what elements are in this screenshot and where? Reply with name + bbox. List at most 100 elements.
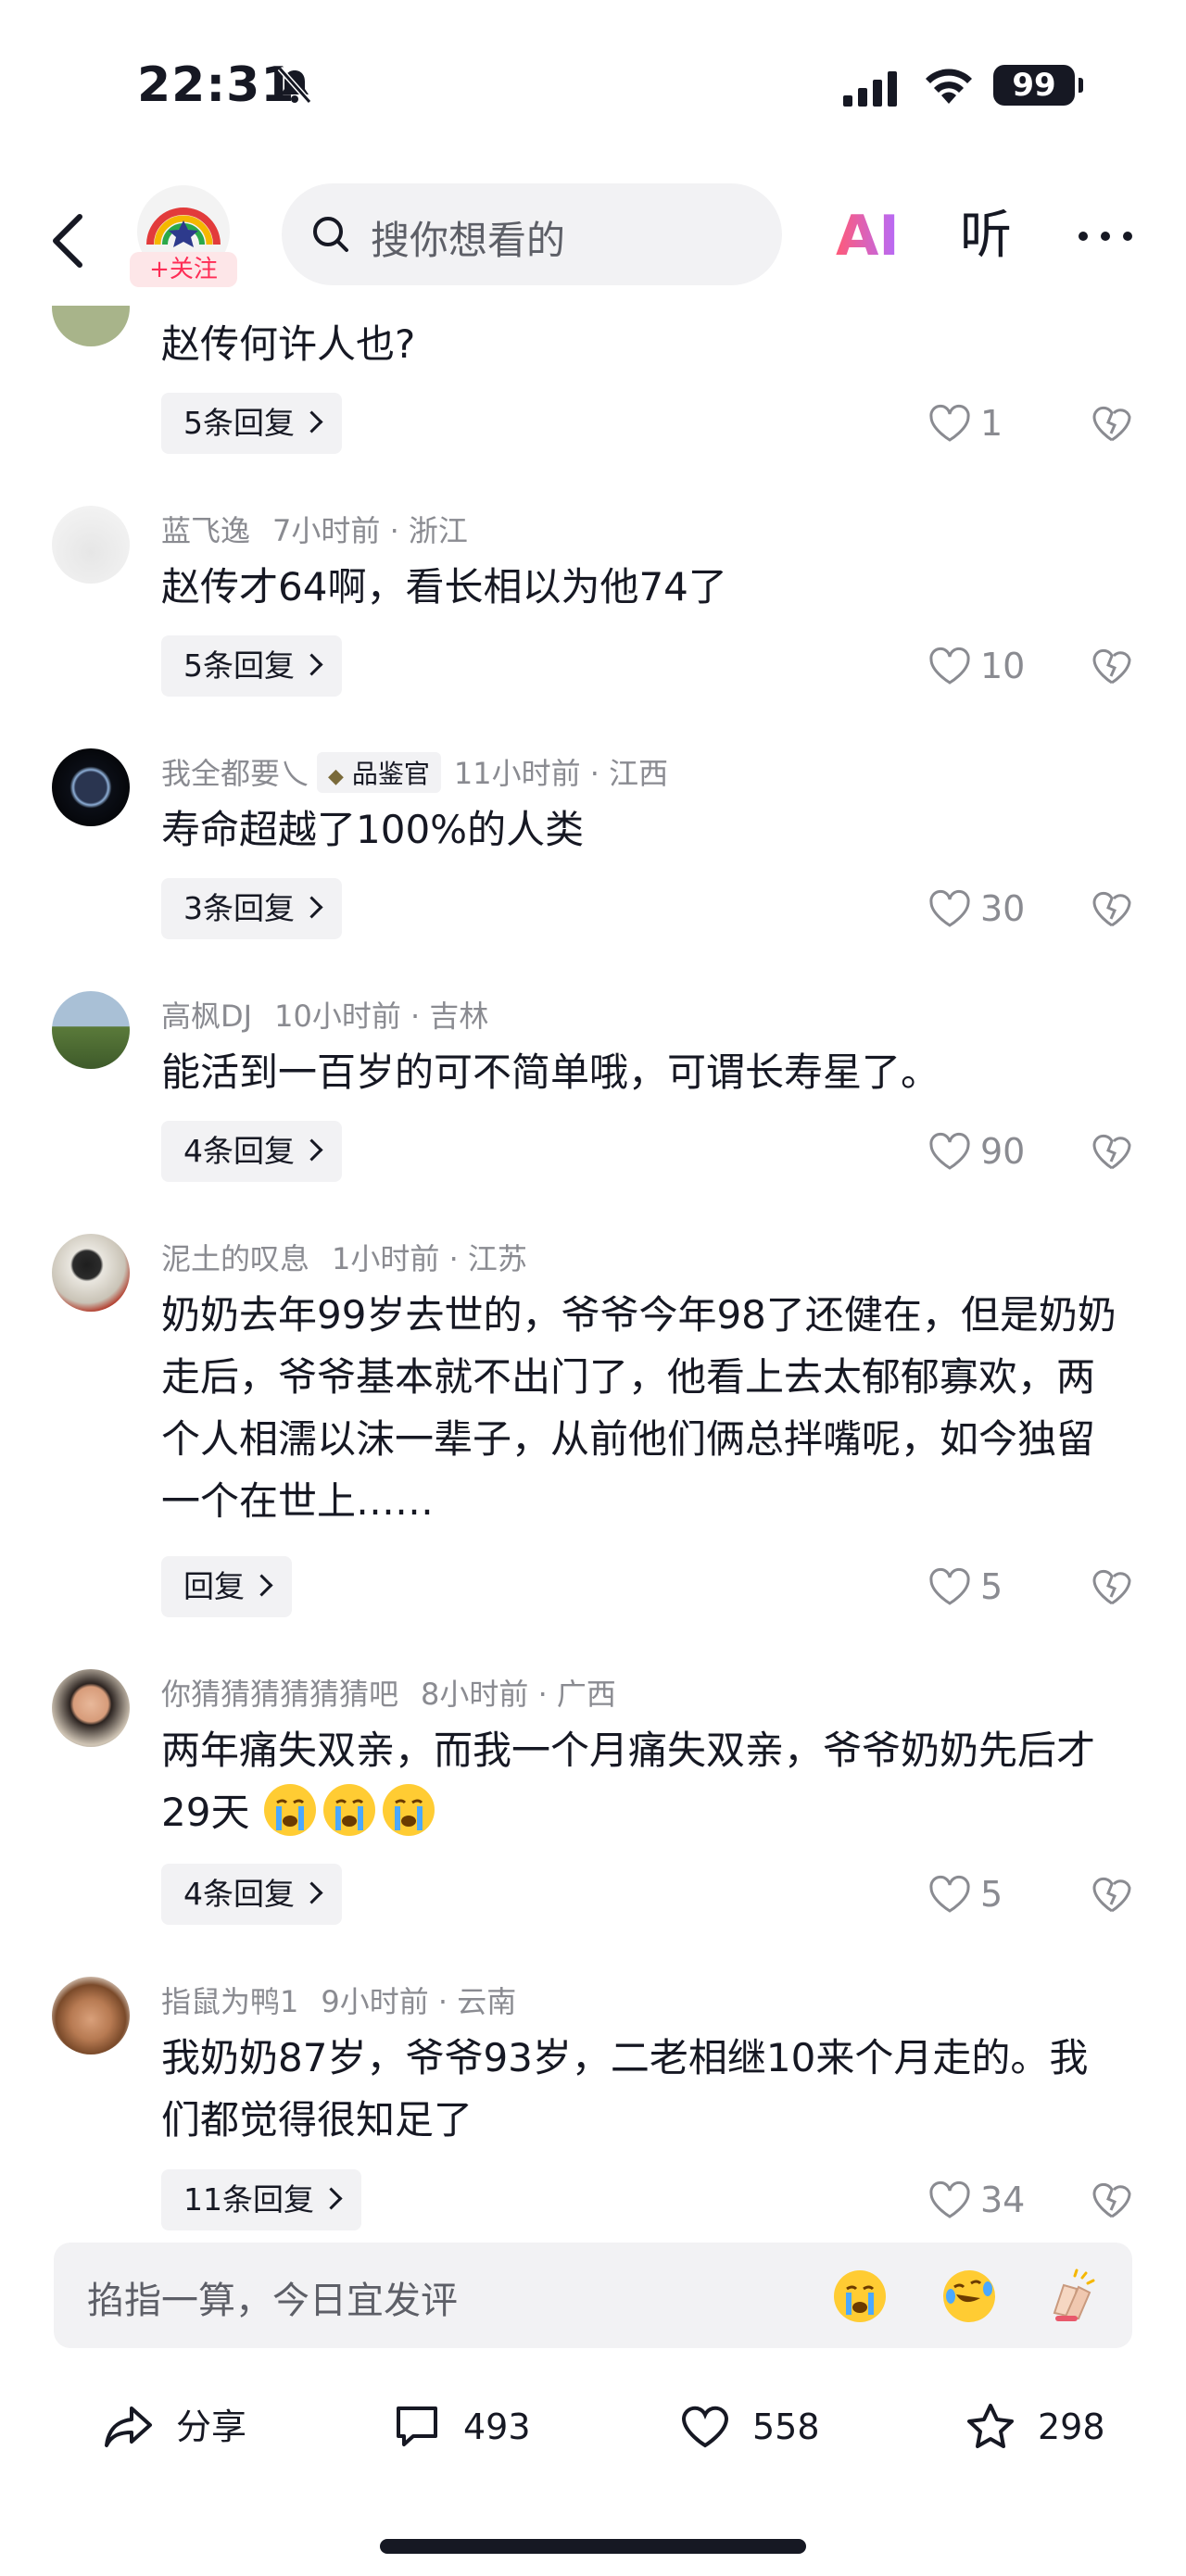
comment-meta: 我全都要乀 ◆ 品鉴官 11小时前 · 江西 bbox=[161, 750, 668, 796]
comment-input-placeholder: 掐指一算，今日宜发评 bbox=[87, 2280, 458, 2322]
username[interactable]: 泥土的叹息 bbox=[161, 1241, 309, 1276]
avatar[interactable] bbox=[52, 1669, 130, 1747]
share-icon bbox=[105, 2406, 152, 2447]
like-count: 34 bbox=[980, 2180, 1026, 2220]
avatar[interactable] bbox=[52, 506, 130, 584]
username[interactable]: 你猜猜猜猜猜猜吧 bbox=[161, 1677, 398, 1712]
clapping-hands-emoji-icon[interactable] bbox=[1040, 2267, 1099, 2326]
like-count: 30 bbox=[980, 888, 1026, 929]
broken-heart-icon[interactable] bbox=[1091, 889, 1132, 928]
loudly-crying-emoji-icon bbox=[322, 1783, 375, 1836]
comment-time: 10小时前 bbox=[274, 999, 401, 1034]
search-placeholder: 搜你想看的 bbox=[371, 218, 566, 263]
badge-label: 品鉴官 bbox=[351, 759, 430, 789]
comment-time: 7小时前 bbox=[272, 513, 381, 548]
top-nav: +关注 搜你想看的 AI 听 bbox=[0, 176, 1186, 306]
view-replies-label: 4条回复 bbox=[183, 1876, 295, 1912]
broken-heart-icon[interactable] bbox=[1091, 404, 1132, 443]
badge-tag: ◆ 品鉴官 bbox=[317, 752, 441, 793]
broken-heart-icon[interactable] bbox=[1091, 1567, 1132, 1606]
heart-icon[interactable] bbox=[928, 647, 971, 685]
view-replies-button[interactable]: 4条回复 bbox=[161, 1121, 342, 1182]
heart-icon[interactable] bbox=[928, 404, 971, 443]
chevron-right-icon bbox=[300, 410, 323, 434]
avatar[interactable] bbox=[52, 1234, 130, 1312]
chevron-right-icon bbox=[250, 1574, 273, 1597]
favorite-count: 298 bbox=[1038, 2406, 1105, 2447]
like-count: 5 bbox=[980, 1566, 1003, 1607]
comment-meta: 泥土的叹息 1小时前 · 江苏 bbox=[161, 1241, 527, 1276]
back-icon[interactable] bbox=[46, 211, 93, 270]
comment-location: 云南 bbox=[457, 1984, 517, 2019]
comment-text: 赵传何许人也? bbox=[161, 321, 416, 367]
comment-input[interactable]: 掐指一算，今日宜发评 bbox=[54, 2243, 1132, 2348]
comment-text: 两年痛失双亲，而我一个月痛失双亲，爷爷奶奶先后才29天 bbox=[161, 1719, 1125, 1843]
view-replies-button[interactable]: 5条回复 bbox=[161, 393, 342, 454]
like-count-button[interactable]: 558 bbox=[680, 2390, 838, 2464]
like-count-total: 558 bbox=[752, 2406, 820, 2447]
heart-icon bbox=[681, 2406, 729, 2448]
comment-count-button[interactable]: 493 bbox=[393, 2390, 550, 2464]
share-label: 分享 bbox=[176, 2406, 247, 2447]
crying-emoji-icon[interactable] bbox=[830, 2267, 890, 2326]
broken-heart-icon[interactable] bbox=[1091, 647, 1132, 685]
username[interactable]: 蓝飞逸 bbox=[161, 513, 250, 548]
view-replies-button[interactable]: 5条回复 bbox=[161, 635, 342, 697]
home-indicator bbox=[380, 2539, 806, 2554]
username[interactable]: 我全都要乀 bbox=[161, 756, 309, 791]
search-icon bbox=[313, 217, 348, 252]
comment-location: 江西 bbox=[609, 756, 669, 791]
ai-button[interactable]: AI bbox=[836, 204, 900, 269]
follow-button[interactable]: +关注 bbox=[130, 252, 237, 287]
loudly-crying-emoji-icon bbox=[382, 1783, 435, 1836]
comment-meta: 高枫DJ 10小时前 · 吉林 bbox=[161, 999, 489, 1034]
comment-text: 奶奶去年99岁去世的，爷爷今年98了还健在，但是奶奶走后，爷爷基本就不出门了，他… bbox=[161, 1292, 1117, 1524]
view-replies-label: 回复 bbox=[183, 1568, 245, 1604]
view-replies-label: 5条回复 bbox=[183, 647, 295, 684]
avatar[interactable] bbox=[52, 748, 130, 826]
avatar[interactable] bbox=[52, 1977, 130, 2055]
comment-time: 11小时前 bbox=[453, 756, 581, 791]
chevron-right-icon bbox=[300, 896, 323, 919]
view-replies-label: 4条回复 bbox=[183, 1133, 295, 1169]
view-replies-label: 3条回复 bbox=[183, 890, 295, 926]
like-count: 90 bbox=[980, 1131, 1026, 1172]
heart-icon[interactable] bbox=[928, 889, 971, 928]
search-input[interactable]: 搜你想看的 bbox=[282, 183, 782, 285]
comment-text: 赵传才64啊，看长相以为他74了 bbox=[161, 564, 727, 609]
tears-of-joy-emoji-icon[interactable] bbox=[940, 2267, 999, 2326]
comment-location: 广西 bbox=[556, 1677, 616, 1712]
broken-heart-icon[interactable] bbox=[1091, 1132, 1132, 1171]
heart-icon[interactable] bbox=[928, 1875, 971, 1914]
view-replies-button[interactable]: 4条回复 bbox=[161, 1864, 342, 1925]
username[interactable]: 指鼠为鸭1 bbox=[161, 1984, 298, 2019]
broken-heart-icon[interactable] bbox=[1091, 2180, 1132, 2219]
like-count: 10 bbox=[980, 646, 1026, 686]
bottom-action-bar: 分享 493 558 298 bbox=[0, 2371, 1186, 2501]
comment-location: 浙江 bbox=[408, 513, 468, 548]
avatar[interactable] bbox=[52, 991, 130, 1069]
heart-icon[interactable] bbox=[928, 2180, 971, 2219]
share-button[interactable]: 分享 bbox=[104, 2390, 261, 2464]
heart-icon[interactable] bbox=[928, 1132, 971, 1171]
view-replies-button[interactable]: 11条回复 bbox=[161, 2169, 361, 2230]
listen-button[interactable]: 听 bbox=[960, 204, 1012, 269]
view-replies-label: 5条回复 bbox=[183, 405, 295, 441]
comment-time: 1小时前 bbox=[332, 1241, 440, 1276]
view-replies-label: 11条回复 bbox=[183, 2181, 314, 2218]
view-replies-button[interactable]: 回复 bbox=[161, 1556, 292, 1617]
favorite-count-button[interactable]: 298 bbox=[965, 2390, 1123, 2464]
comment-time: 9小时前 bbox=[321, 1984, 429, 2019]
comment-time: 8小时前 bbox=[421, 1677, 529, 1712]
username[interactable]: 高枫DJ bbox=[161, 999, 252, 1034]
comments-list: 赵传何许人也? 5条回复 1 蓝飞逸 7小时前 · 浙江 赵传才64啊，看长相以为… bbox=[0, 0, 1186, 2576]
comment-text: 能活到一百岁的可不简单哦，可谓长寿星了。 bbox=[161, 1049, 940, 1095]
more-icon[interactable] bbox=[1075, 206, 1136, 267]
view-replies-button[interactable]: 3条回复 bbox=[161, 878, 342, 939]
comment-icon bbox=[397, 2406, 437, 2446]
heart-icon[interactable] bbox=[928, 1567, 971, 1606]
broken-heart-icon[interactable] bbox=[1091, 1875, 1132, 1914]
like-count: 1 bbox=[980, 403, 1003, 444]
chevron-right-icon bbox=[300, 653, 323, 676]
star-icon bbox=[967, 2404, 1014, 2448]
